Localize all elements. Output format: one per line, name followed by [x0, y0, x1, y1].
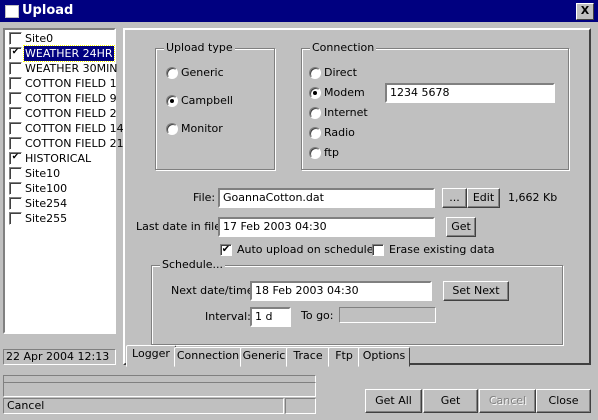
site-checkbox[interactable] [9, 32, 22, 45]
site-label: COTTON FIELD 14 [25, 122, 124, 135]
tab-connection[interactable]: Connection [174, 347, 242, 367]
connection-label-radio[interactable]: Radio [324, 126, 355, 139]
close-window-button[interactable]: X [576, 3, 594, 20]
tab-logger[interactable]: Logger [126, 345, 176, 367]
site-list-item[interactable]: COTTON FIELD 2 [7, 106, 117, 121]
upload-type-label-generic[interactable]: Generic [181, 66, 224, 79]
upload-type-label-campbell[interactable]: Campbell [181, 94, 233, 107]
set-next-button[interactable]: Set Next [443, 281, 509, 301]
site-label: COTTON FIELD 9 [25, 92, 117, 105]
cancel-button[interactable]: Cancel [479, 389, 536, 413]
upload-type-radio-generic[interactable] [166, 67, 178, 79]
site-checkbox[interactable] [9, 107, 22, 120]
site-label: WEATHER 24HR [23, 45, 115, 62]
tab-ftp[interactable]: Ftp [328, 347, 360, 367]
site-checkbox[interactable] [9, 137, 22, 150]
modem-number-input[interactable]: 1234 5678 [385, 83, 555, 103]
site-checkbox[interactable] [9, 212, 22, 225]
auto-upload-checkbox[interactable]: ✔ [220, 244, 232, 256]
site-label: COTTON FIELD 1 [25, 77, 117, 90]
site-list-item[interactable]: ✔ WEATHER 24HR [7, 45, 115, 62]
upload-type-title: Upload type [164, 41, 235, 54]
connection-radio-internet[interactable] [309, 107, 321, 119]
next-datetime-label: Next date/time: [171, 284, 258, 297]
upload-type-radio-campbell[interactable] [166, 95, 178, 107]
last-date-label: Last date in file: [136, 220, 225, 233]
tab-options[interactable]: Options [358, 347, 410, 367]
tab-trace[interactable]: Trace [286, 347, 330, 367]
site-list[interactable]: Site0 ✔ WEATHER 24HR WEATHER 30MIN COTTON FI… [3, 28, 124, 334]
schedule-title: Schedule... [160, 258, 226, 271]
tab-generic[interactable]: Generic [240, 347, 288, 367]
site-label: Site100 [25, 182, 68, 195]
window-title: Upload [22, 3, 74, 18]
file-label: File: [193, 191, 216, 204]
site-checkbox[interactable] [9, 62, 22, 75]
connection-label-ftp[interactable]: ftp [324, 146, 339, 159]
connection-radio-radio[interactable] [309, 127, 321, 139]
connection-radio-direct[interactable] [309, 67, 321, 79]
connection-title: Connection [310, 41, 377, 54]
site-list-item[interactable]: ✔ HISTORICAL [7, 151, 115, 166]
connection-label-direct[interactable]: Direct [324, 66, 357, 79]
connection-label-internet[interactable]: Internet [324, 106, 368, 119]
connection-radio-ftp[interactable] [309, 147, 321, 159]
status-panel-2 [285, 398, 316, 414]
interval-input[interactable]: 1 d [250, 307, 291, 327]
site-list-item[interactable]: COTTON FIELD 21 [7, 136, 124, 151]
get-all-button[interactable]: Get All [365, 389, 422, 413]
interval-label: Interval: [205, 310, 251, 323]
file-size: 1,662 Kb [508, 191, 558, 204]
site-checkbox[interactable]: ✔ [9, 152, 22, 165]
get-last-date-button[interactable]: Get [446, 217, 476, 237]
site-list-item[interactable]: Site10 [7, 166, 115, 181]
schedule-group: Schedule... [151, 258, 563, 345]
site-checkbox[interactable] [9, 92, 22, 105]
site-checkbox[interactable] [9, 167, 22, 180]
site-checkbox[interactable] [9, 77, 22, 90]
app-icon [5, 5, 19, 18]
last-date-input[interactable]: 17 Feb 2003 04:30 [218, 217, 435, 237]
get-button[interactable]: Get [423, 389, 478, 413]
erase-data-checkbox[interactable] [372, 244, 384, 256]
site-label: Site10 [25, 167, 61, 180]
site-checkbox[interactable] [9, 197, 22, 210]
browse-file-button[interactable]: ... [442, 188, 467, 208]
site-label: Site255 [25, 212, 68, 225]
site-list-item[interactable]: COTTON FIELD 14 [7, 121, 124, 136]
upload-type-label-monitor[interactable]: Monitor [181, 122, 223, 135]
title-bar: Upload X [0, 0, 598, 22]
site-list-item[interactable]: WEATHER 30MIN [7, 61, 118, 76]
site-label: COTTON FIELD 2 [25, 107, 117, 120]
erase-data-label: Erase existing data [389, 243, 495, 256]
site-label: Site0 [25, 32, 54, 45]
site-checkbox[interactable] [9, 122, 22, 135]
site-checkbox[interactable]: ✔ [9, 47, 22, 60]
next-datetime-input[interactable]: 18 Feb 2003 04:30 [250, 281, 432, 301]
site-list-item[interactable]: COTTON FIELD 1 [7, 76, 117, 91]
site-label: HISTORICAL [25, 152, 92, 165]
site-list-item[interactable]: Site0 [7, 31, 115, 46]
progress-bar [3, 382, 316, 397]
togo-label: To go: [301, 309, 334, 322]
site-list-item[interactable]: Site255 [7, 211, 115, 226]
togo-value [339, 307, 436, 323]
site-list-item[interactable]: Site254 [7, 196, 115, 211]
edit-file-button[interactable]: Edit [467, 188, 500, 208]
status-text: Cancel [3, 398, 284, 414]
upload-type-radio-monitor[interactable] [166, 123, 178, 135]
date-status: 22 Apr 2004 12:13 [3, 349, 116, 365]
connection-radio-modem[interactable] [309, 87, 321, 99]
auto-upload-label: Auto upload on schedule [237, 243, 374, 256]
site-label: COTTON FIELD 21 [25, 137, 124, 150]
site-list-item[interactable]: COTTON FIELD 9 [7, 91, 117, 106]
close-button[interactable]: Close [536, 389, 591, 413]
site-label: WEATHER 30MIN [25, 62, 118, 75]
site-list-item[interactable]: Site100 [7, 181, 115, 196]
file-input[interactable]: GoannaCotton.dat [218, 188, 435, 208]
site-label: Site254 [25, 197, 68, 210]
site-checkbox[interactable] [9, 182, 22, 195]
connection-label-modem[interactable]: Modem [324, 86, 365, 99]
